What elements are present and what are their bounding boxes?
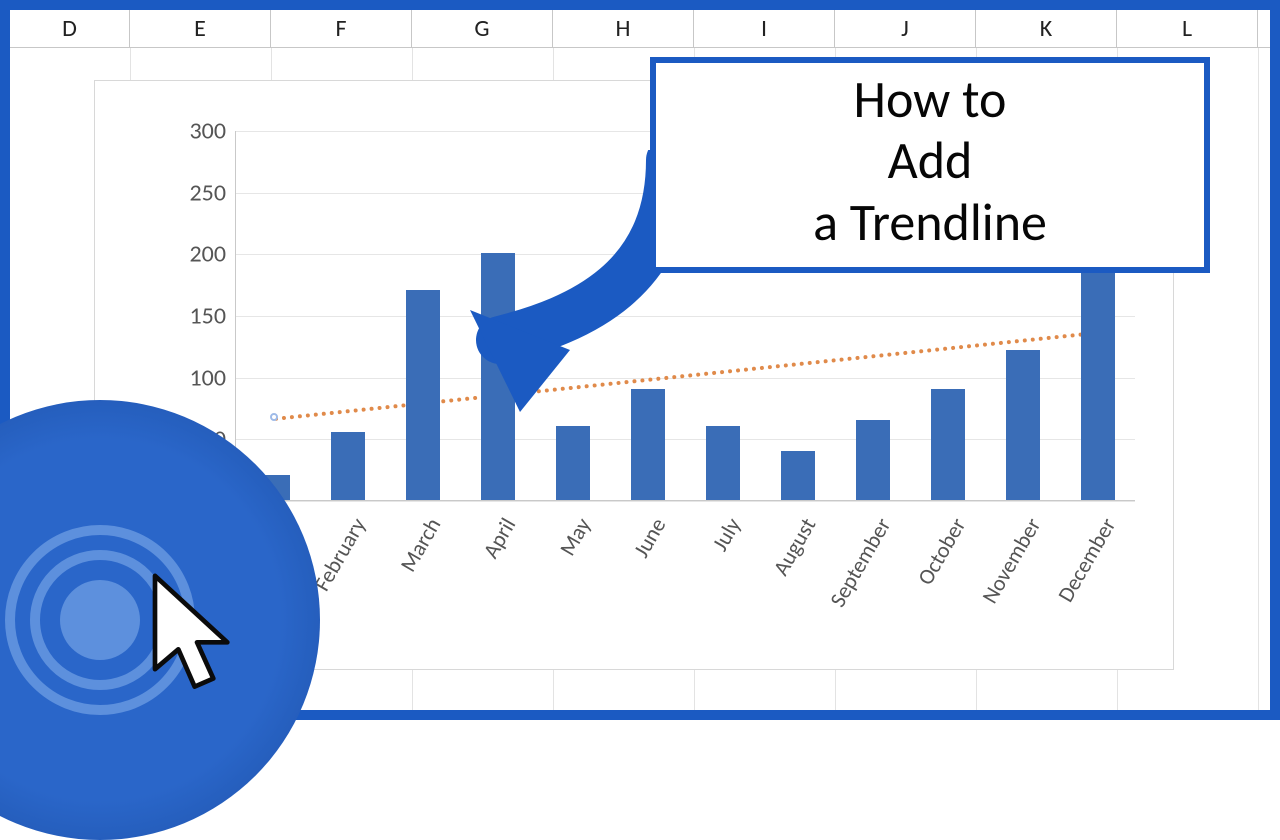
column-header[interactable]: I bbox=[694, 10, 835, 48]
x-tick-label: August bbox=[767, 513, 821, 580]
callout-line-3: a Trendline bbox=[670, 192, 1190, 253]
bar[interactable] bbox=[556, 426, 590, 500]
bar[interactable] bbox=[856, 420, 890, 500]
column-header[interactable]: E bbox=[130, 10, 271, 48]
x-tick-label: December bbox=[1051, 513, 1121, 607]
column-header[interactable]: G bbox=[412, 10, 553, 48]
x-tick-label: October bbox=[911, 513, 971, 590]
y-tick-label: 150 bbox=[166, 302, 226, 331]
x-tick-label: September bbox=[823, 513, 896, 612]
x-tick-label: April bbox=[476, 513, 520, 563]
gridline bbox=[236, 501, 1135, 502]
y-tick-label: 200 bbox=[166, 240, 226, 269]
y-tick-label: 100 bbox=[166, 363, 226, 392]
x-tick-label: November bbox=[975, 513, 1045, 608]
column-header[interactable]: D bbox=[10, 10, 130, 48]
x-tick-label: May bbox=[553, 513, 596, 560]
x-tick-label: March bbox=[394, 513, 446, 576]
bar[interactable] bbox=[1006, 350, 1040, 500]
y-tick-label: 300 bbox=[166, 117, 226, 146]
bar[interactable] bbox=[331, 432, 365, 500]
column-header[interactable]: H bbox=[553, 10, 694, 48]
bar[interactable] bbox=[781, 451, 815, 500]
column-header[interactable]: F bbox=[271, 10, 412, 48]
column-header[interactable]: L bbox=[1117, 10, 1258, 48]
video-frame: D E F G H I J K L 050100150200250300 Jan… bbox=[0, 0, 1280, 720]
y-tick-label: 250 bbox=[166, 178, 226, 207]
bar[interactable] bbox=[706, 426, 740, 500]
bar[interactable] bbox=[931, 389, 965, 500]
column-header[interactable]: K bbox=[976, 10, 1117, 48]
bar[interactable] bbox=[1081, 272, 1115, 500]
callout-box: How to Add a Trendline bbox=[650, 57, 1210, 273]
callout-line-2: Add bbox=[670, 130, 1190, 191]
column-header[interactable]: J bbox=[835, 10, 976, 48]
x-axis-labels: JanuaryFebruaryMarchAprilMayJuneJulyAugu… bbox=[235, 505, 1135, 645]
x-tick-label: June bbox=[627, 513, 671, 562]
cursor-icon bbox=[130, 570, 250, 710]
x-tick-label: February bbox=[308, 513, 371, 596]
x-tick-label: July bbox=[706, 513, 746, 556]
callout-line-1: How to bbox=[670, 69, 1190, 130]
column-headers: D E F G H I J K L bbox=[10, 10, 1270, 48]
